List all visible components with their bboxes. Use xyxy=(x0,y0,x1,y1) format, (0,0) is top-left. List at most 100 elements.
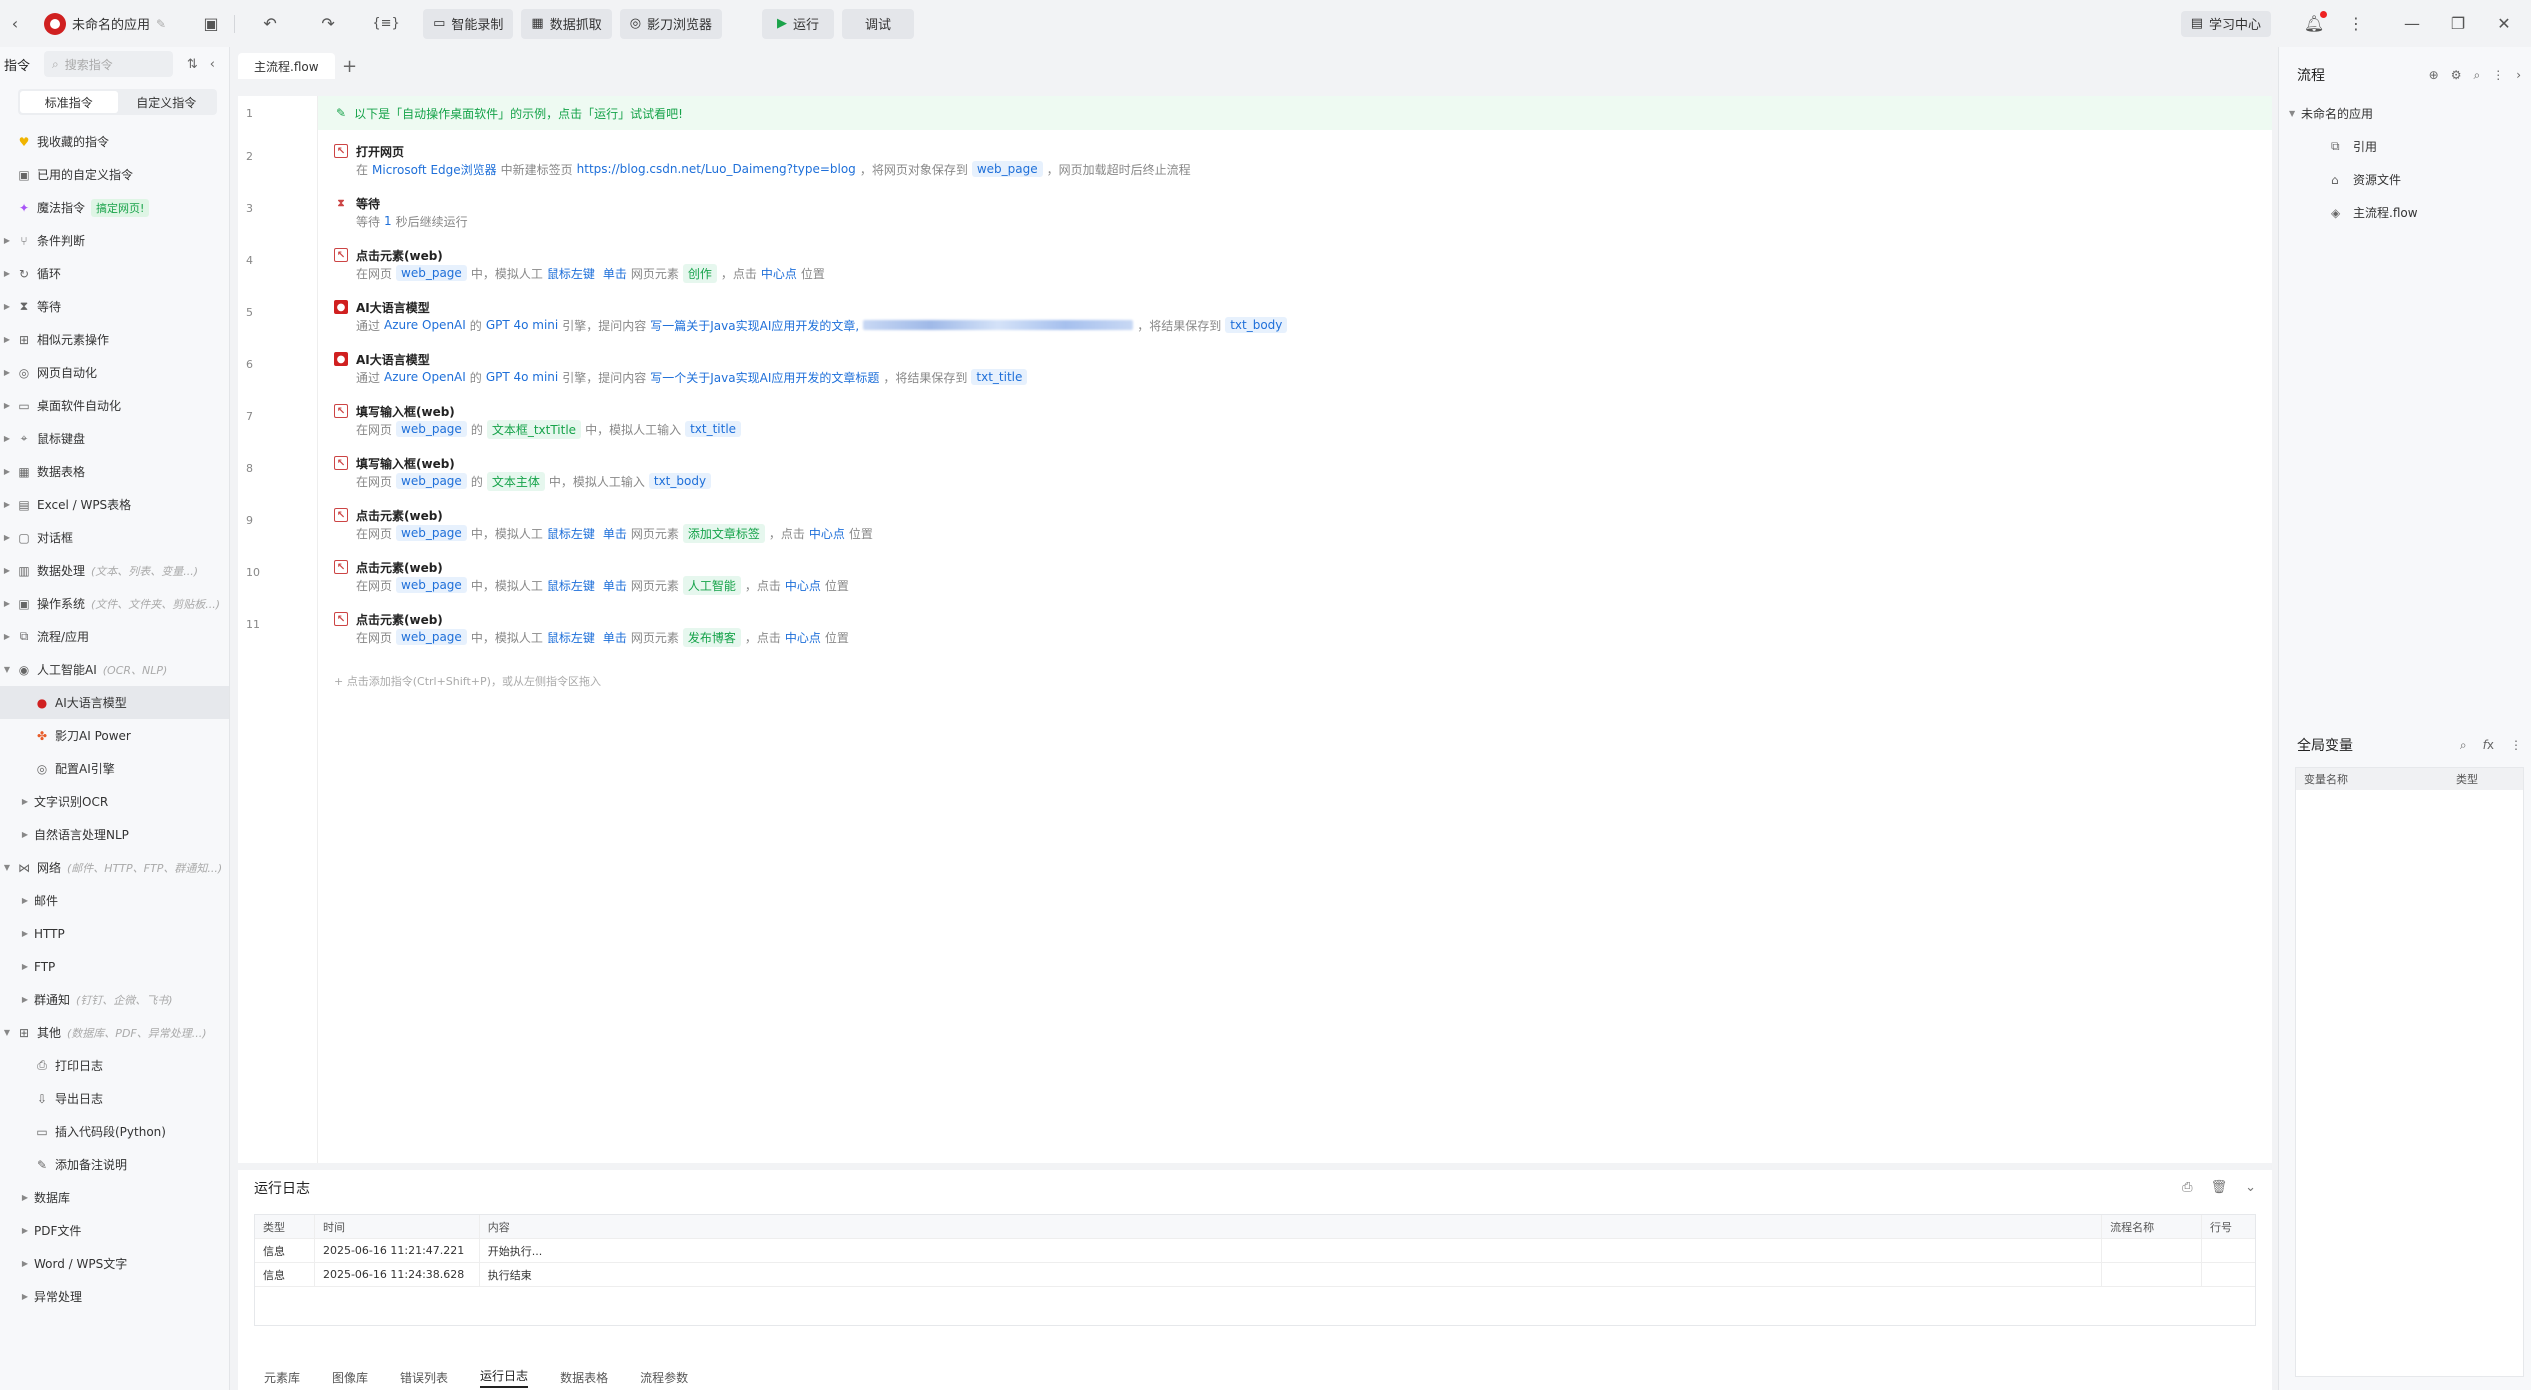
debug-button[interactable]: 调试 xyxy=(842,8,915,39)
add-command-hint[interactable]: + 点击添加指令(Ctrl+Shift+P)，或从左侧指令区拖入 xyxy=(334,673,601,689)
magic-badge[interactable]: 搞定网页! xyxy=(91,198,150,217)
export-log-icon[interactable]: ⎙ xyxy=(2182,1180,2192,1195)
function-icon[interactable]: fx xyxy=(2483,738,2494,753)
column-header[interactable]: 行号 xyxy=(2202,1215,2255,1238)
format-icon[interactable]: {≡} xyxy=(371,9,401,39)
collapse-log-icon[interactable]: ⌄ xyxy=(2245,1180,2256,1195)
more-icon[interactable]: ⋮ xyxy=(2341,9,2371,39)
variable-chip[interactable]: web_page xyxy=(971,161,1043,177)
variable-chip[interactable]: txt_title xyxy=(685,421,742,437)
redo-icon[interactable]: ↷ xyxy=(313,9,343,39)
command-item[interactable]: ▶ 文字识别OCR xyxy=(0,785,229,818)
browser-button[interactable]: ◎ 影刀浏览器 xyxy=(619,8,723,39)
variable-chip[interactable]: txt_body xyxy=(1225,317,1288,333)
command-search[interactable]: ⌕ 搜索指令 xyxy=(44,51,173,77)
sort-icon[interactable]: ⇅ xyxy=(187,57,198,72)
column-header[interactable]: 内容 xyxy=(480,1215,2103,1238)
chevron-right-icon[interactable]: ▶ xyxy=(20,962,30,971)
settings-icon[interactable]: ⚙ xyxy=(2451,68,2462,83)
flow-tree-item-resources[interactable]: ⌂ 资源文件 xyxy=(2279,163,2531,196)
chevron-right-icon[interactable]: ▶ xyxy=(2,599,12,608)
flow-step[interactable]: ● AI大语言模型 通过 Azure OpenAI 的 GPT 4o mini 引擎… xyxy=(334,350,1028,386)
bottom-tab[interactable]: 运行日志 xyxy=(480,1367,529,1388)
flow-tree-root[interactable]: ▼ 未命名的应用 xyxy=(2279,97,2531,130)
command-item[interactable]: ◎ 配置AI引擎 xyxy=(0,752,229,785)
variable-chip[interactable]: web_page xyxy=(396,473,467,489)
flow-tree-item-main[interactable]: ◈ 主流程.flow xyxy=(2279,196,2531,229)
restore-icon[interactable]: ❐ xyxy=(2443,9,2473,39)
command-item[interactable]: ▼ ⊞ 其他 (数据库、PDF、异常处理...) xyxy=(0,1016,229,1049)
flow-step[interactable]: ↖ 填写输入框(web) 在网页 web_page 的 文本框_txtTitle 中… xyxy=(334,402,742,439)
add-tab-icon[interactable]: + xyxy=(335,53,365,79)
command-item[interactable]: ▶ ↻ 循环 xyxy=(0,257,229,290)
command-item[interactable]: ⇩ 导出日志 xyxy=(0,1082,229,1115)
chevron-right-icon[interactable]: ▶ xyxy=(2,467,12,476)
command-item[interactable]: ▶ ◎ 网页自动化 xyxy=(0,356,229,389)
command-item[interactable]: ♥ 我收藏的指令 xyxy=(0,125,229,158)
variable-chip[interactable]: web_page xyxy=(396,421,467,437)
minimize-icon[interactable]: — xyxy=(2397,9,2427,39)
chevron-right-icon[interactable]: ▶ xyxy=(2,269,12,278)
column-header[interactable]: 类型 xyxy=(2448,768,2486,790)
chevron-right-icon[interactable]: ▶ xyxy=(20,1193,30,1202)
element-chip[interactable]: 文本主体 xyxy=(486,471,545,491)
flow-step[interactable]: ⧗ 等待 等待 1 秒后继续运行 xyxy=(334,194,467,230)
chevron-right-icon[interactable]: ▶ xyxy=(20,995,30,1004)
collapse-panel-icon[interactable]: ‹ xyxy=(210,57,215,72)
chevron-right-icon[interactable]: ▶ xyxy=(20,929,30,938)
command-item[interactable]: ▶ Word / WPS文字 xyxy=(0,1247,229,1280)
flow-step[interactable]: ↖ 打开网页在 Microsoft Edge浏览器 中新建标签页 https://… xyxy=(334,142,1191,178)
data-capture-button[interactable]: ▦ 数据抓取 xyxy=(521,8,612,39)
expand-panel-icon[interactable]: › xyxy=(2516,68,2521,83)
command-item[interactable]: ▶ ▥ 数据处理 (文本、列表、变量...) xyxy=(0,554,229,587)
command-item[interactable]: ▼ ◉ 人工智能AI (OCR、NLP) xyxy=(0,653,229,686)
variable-chip[interactable]: txt_title xyxy=(971,369,1028,385)
command-item[interactable]: ▶ FTP xyxy=(0,950,229,983)
chevron-right-icon[interactable]: ▶ xyxy=(2,533,12,542)
command-item[interactable]: ▶ 自然语言处理NLP xyxy=(0,818,229,851)
command-item[interactable]: ▶ HTTP xyxy=(0,917,229,950)
search-icon[interactable]: ⌕ xyxy=(2473,68,2480,83)
tab-custom-commands[interactable]: 自定义指令 xyxy=(118,91,216,113)
command-item[interactable]: ▶ ▦ 数据表格 xyxy=(0,455,229,488)
command-item[interactable]: ▶ ⑂ 条件判断 xyxy=(0,224,229,257)
undo-icon[interactable]: ↶ xyxy=(255,9,285,39)
variable-chip[interactable]: web_page xyxy=(396,265,467,281)
search-icon[interactable]: ⌕ xyxy=(2460,738,2467,753)
command-item[interactable]: ▶ ▭ 桌面软件自动化 xyxy=(0,389,229,422)
chevron-right-icon[interactable]: ▶ xyxy=(20,896,30,905)
more-icon[interactable]: ⋮ xyxy=(2510,738,2522,753)
chevron-right-icon[interactable]: ▶ xyxy=(2,236,12,245)
search-input[interactable]: 搜索指令 xyxy=(65,56,113,73)
element-chip[interactable]: 创作 xyxy=(682,263,717,283)
tab-standard-commands[interactable]: 标准指令 xyxy=(20,91,118,113)
command-item[interactable]: ✦ 魔法指令 搞定网页! xyxy=(0,191,229,224)
command-item[interactable]: ▶ 异常处理 xyxy=(0,1280,229,1313)
chevron-right-icon[interactable]: ▶ xyxy=(2,368,12,377)
learn-center-button[interactable]: ▤ 学习中心 xyxy=(2180,10,2271,37)
column-header[interactable]: 时间 xyxy=(315,1215,480,1238)
element-chip[interactable]: 人工智能 xyxy=(682,575,741,595)
column-header[interactable]: 流程名称 xyxy=(2102,1215,2203,1238)
chevron-right-icon[interactable]: ▶ xyxy=(2,401,12,410)
back-icon[interactable]: ‹ xyxy=(0,9,30,39)
element-chip[interactable]: 发布博客 xyxy=(682,627,741,647)
flow-step[interactable]: ↖ 点击元素(web) 在网页 web_page 中，模拟人工 鼠标左键 单击 网页… xyxy=(334,506,873,543)
column-header[interactable]: 类型 xyxy=(255,1215,315,1238)
bottom-tab[interactable]: 数据表格 xyxy=(560,1369,608,1386)
table-row[interactable]: 信息 2025-06-16 11:21:47.221 开始执行... xyxy=(255,1239,2255,1263)
variable-chip[interactable]: web_page xyxy=(396,577,467,593)
chevron-right-icon[interactable]: ▶ xyxy=(2,302,12,311)
chevron-right-icon[interactable]: ▶ xyxy=(20,1259,30,1268)
variable-chip[interactable]: web_page xyxy=(396,629,467,645)
chevron-right-icon[interactable]: ▶ xyxy=(2,335,12,344)
flow-step[interactable]: ● AI大语言模型 通过 Azure OpenAI 的 GPT 4o mini 引擎… xyxy=(334,298,1288,334)
chevron-right-icon[interactable]: ▶ xyxy=(20,797,30,806)
table-row[interactable]: 信息 2025-06-16 11:24:38.628 执行结束 xyxy=(255,1263,2255,1287)
command-item[interactable]: ⎙ 打印日志 xyxy=(0,1049,229,1082)
command-item[interactable]: ▶ 邮件 xyxy=(0,884,229,917)
command-item[interactable]: ▶ ▢ 对话框 xyxy=(0,521,229,554)
command-item[interactable]: ✎ 添加备注说明 xyxy=(0,1148,229,1181)
command-item[interactable]: ✤ 影刀AI Power xyxy=(0,719,229,752)
command-item[interactable]: ▣ 已用的自定义指令 xyxy=(0,158,229,191)
